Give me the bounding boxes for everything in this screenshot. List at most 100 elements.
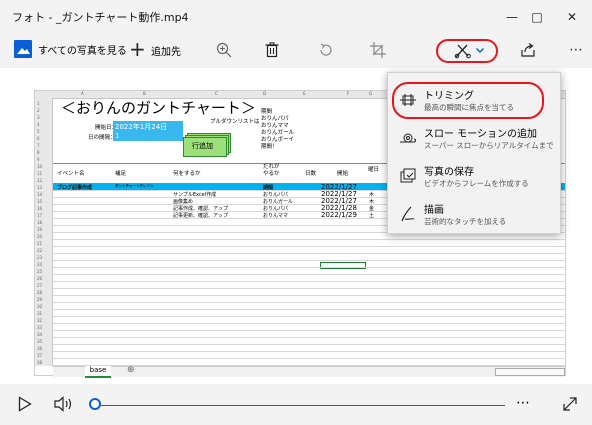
row-number: 6 <box>37 136 40 141</box>
pulldown-item: おりんママ <box>261 123 289 129</box>
header-days: 日数 <box>305 171 317 177</box>
row-number: 15 <box>37 199 43 204</box>
pulldown-list: 期間 おりんパパ おりんママ おりんガール おりんボーイ 期間！ <box>261 109 294 151</box>
edit-icon <box>454 44 471 59</box>
row-number: 25 <box>37 269 43 274</box>
volume-button[interactable] <box>54 396 74 416</box>
row-number: 3 <box>37 115 40 120</box>
snail-icon <box>398 129 418 147</box>
pulldown-item: おりんガール <box>261 130 295 136</box>
volume-icon <box>54 396 72 412</box>
pulldown-item: おりんボーイ <box>261 137 295 143</box>
add-to-label: 追加先 <box>151 47 181 58</box>
zoom-in-button[interactable] <box>206 35 242 65</box>
row-number: 22 <box>37 248 43 253</box>
row-number: 12 <box>37 178 43 183</box>
pulldown-label: プルダウンリストは <box>210 119 260 125</box>
player-more-button[interactable]: ⋯ <box>516 395 530 411</box>
header-event: イベント名 <box>57 171 85 177</box>
edit-create-button[interactable] <box>436 39 498 63</box>
plus-icon: + <box>129 37 146 61</box>
menu-item-slow-motion[interactable]: スロー モーションの追加 スーパー スローからリアルタイムまで <box>388 119 560 157</box>
interval-value: 1 <box>115 132 120 140</box>
pulldown-item: おりんパパ <box>261 116 289 122</box>
table-cell-who: 期間 <box>263 185 274 191</box>
trim-highlight-outline <box>392 82 544 119</box>
crop-button[interactable] <box>360 35 396 65</box>
start-date-value: 2022年1月24日 <box>115 123 168 131</box>
interval-label: 日の間隔： <box>88 135 116 141</box>
menu-item-save-photo[interactable]: 写真の保存 ビデオからフレームを作成する <box>388 157 560 195</box>
save-frame-icon <box>398 167 418 185</box>
row-number: 34 <box>37 332 43 337</box>
header-who: だれが やるか <box>263 164 280 177</box>
table-cell-wd: 金 <box>369 206 375 212</box>
seek-thumb[interactable] <box>89 398 101 410</box>
play-button[interactable] <box>18 396 32 416</box>
add-to-button[interactable]: + 追加先 <box>125 35 190 65</box>
title-bar: フォト - _ガントチャート動作.mp4 — □ ✕ <box>0 0 592 33</box>
all-photos-button[interactable]: すべての写真を見る <box>0 35 127 65</box>
column-header: E <box>303 91 306 96</box>
delete-button[interactable] <box>254 35 290 65</box>
share-icon <box>521 43 535 57</box>
row-number: 36 <box>37 346 43 351</box>
crop-icon <box>370 42 386 58</box>
menu-item-save-photo-subtitle: ビデオからフレームを作成する <box>424 179 529 188</box>
row-number: 4 <box>37 122 40 127</box>
trash-icon <box>265 42 279 58</box>
row-number: 13 <box>37 185 43 190</box>
window-title: フォト - _ガントチャート動作.mp4 <box>12 11 189 24</box>
menu-item-draw-subtitle: 芸術的なタッチを加える <box>424 217 507 226</box>
row-number: 8 <box>37 150 40 155</box>
menu-item-slow-motion-subtitle: スーパー スローからリアルタイムまで <box>424 141 554 150</box>
row-number: 30 <box>37 304 43 309</box>
row-number: 24 <box>37 262 43 267</box>
row-number: 20 <box>37 234 43 239</box>
add-row-shape: 行追加 <box>183 133 231 157</box>
table-cell-todo: 記事更新、確認、アップ <box>173 213 229 219</box>
close-button[interactable]: ✕ <box>552 0 592 33</box>
share-button[interactable] <box>510 35 546 65</box>
row-number: 38 <box>37 360 43 365</box>
rotate-button[interactable] <box>308 35 344 65</box>
column-header: C <box>215 91 218 96</box>
pen-icon <box>398 205 418 223</box>
row-number: 16 <box>37 206 43 211</box>
header-note: 補足 <box>115 171 127 177</box>
row-number: 2 <box>37 108 40 113</box>
seek-track[interactable] <box>101 405 505 406</box>
row-number: 28 <box>37 290 43 295</box>
table-cell-who: おりんパパ <box>263 192 289 198</box>
row-number: 19 <box>37 227 43 232</box>
maximize-button[interactable]: □ <box>517 0 557 33</box>
table-cell-todo: 画像集め <box>173 199 194 205</box>
photos-icon <box>14 40 32 58</box>
row-number: 33 <box>37 325 43 330</box>
table-cell-who: おりんパパ <box>263 206 289 212</box>
column-header: A <box>81 91 84 96</box>
row-number: 11 <box>37 171 43 176</box>
row-number: 14 <box>37 192 43 197</box>
table-cell-start: 2022/1/29 <box>321 211 357 219</box>
all-photos-label: すべての写真を見る <box>38 46 127 57</box>
more-button[interactable]: ⋯ <box>558 35 592 65</box>
column-header: B <box>143 91 146 96</box>
table-cell-note: ガントチャートテレソン <box>115 184 154 188</box>
zoom-icon <box>216 42 232 58</box>
row-number: 35 <box>37 339 43 344</box>
pulldown-item: 期間 <box>261 109 273 115</box>
fullscreen-button[interactable] <box>562 396 578 416</box>
table-cell-who: おりんママ <box>263 213 289 219</box>
column-header: F <box>347 91 350 96</box>
horizontal-scrollbar <box>495 368 565 376</box>
table-cell-event: ブログ記事作成 <box>57 185 93 191</box>
row-number: 27 <box>37 283 43 288</box>
row-number: 32 <box>37 318 43 323</box>
row-number: 5 <box>37 129 40 134</box>
sheet-tab-base: base <box>85 366 111 378</box>
menu-item-save-photo-title: 写真の保存 <box>424 167 474 178</box>
rotate-icon <box>320 43 332 56</box>
row-number: 17 <box>37 213 43 218</box>
menu-item-draw[interactable]: 描画 芸術的なタッチを加える <box>388 195 560 233</box>
